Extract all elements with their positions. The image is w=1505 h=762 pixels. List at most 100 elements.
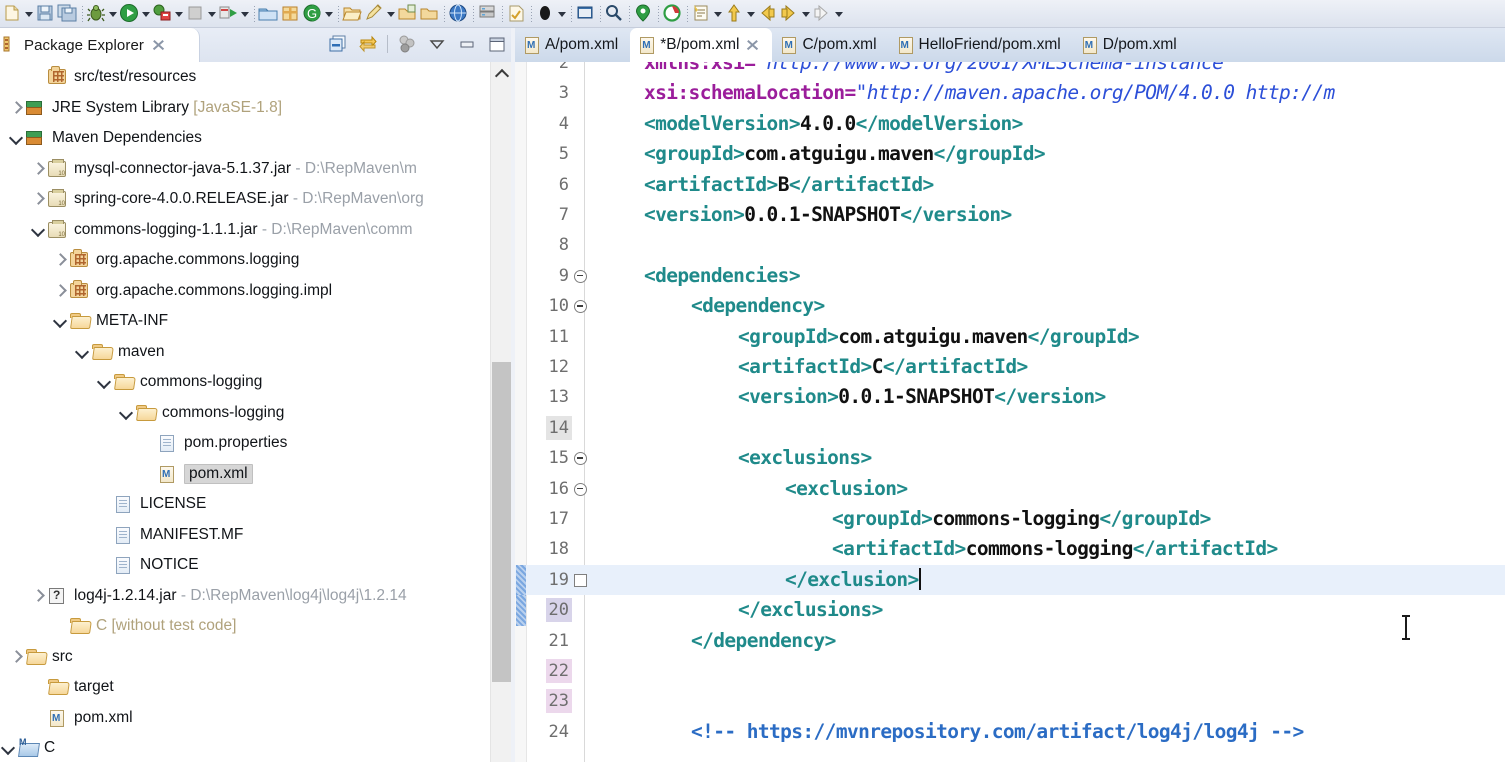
run-dropdown[interactable] bbox=[141, 3, 152, 25]
code-line[interactable]: 23 bbox=[515, 686, 1505, 716]
tree-item[interactable]: C bbox=[0, 733, 512, 762]
tree-item[interactable]: Maven Dependencies bbox=[0, 123, 512, 154]
code-line[interactable]: 5 <groupId>com.atguigu.maven</groupId> bbox=[515, 139, 1505, 169]
tree-item[interactable]: target bbox=[0, 672, 512, 703]
tree-item[interactable]: spring-core-4.0.0.RELEASE.jar - D:\RepMa… bbox=[0, 184, 512, 215]
annotation-icon[interactable] bbox=[506, 3, 528, 25]
next-icon[interactable] bbox=[812, 3, 834, 25]
focus-on-active-task-icon[interactable] bbox=[396, 33, 418, 55]
edit-icon[interactable] bbox=[364, 3, 386, 25]
chevron-down-icon[interactable] bbox=[74, 344, 90, 360]
chevron-down-icon[interactable] bbox=[0, 740, 16, 756]
chevron-down-icon[interactable] bbox=[118, 405, 134, 421]
code-line[interactable]: 19 </exclusion> bbox=[515, 564, 1505, 596]
coverage-dropdown[interactable] bbox=[324, 3, 335, 25]
refresh-icon[interactable] bbox=[662, 3, 684, 25]
chevron-right-icon[interactable] bbox=[8, 100, 24, 116]
chevron-down-icon[interactable] bbox=[8, 130, 24, 146]
package-explorer-tab[interactable]: Package Explorer bbox=[0, 28, 200, 62]
debug-dropdown[interactable] bbox=[108, 3, 119, 25]
server-icon[interactable] bbox=[477, 3, 499, 25]
chevron-down-icon[interactable] bbox=[52, 313, 68, 329]
tree-item[interactable]: maven bbox=[0, 337, 512, 368]
chevron-right-icon[interactable] bbox=[52, 252, 68, 268]
fold-collapse-icon[interactable] bbox=[574, 452, 587, 466]
save-icon[interactable] bbox=[35, 3, 57, 25]
code-line[interactable]: 24 <!-- https://mvnrepository.com/artifac… bbox=[515, 717, 1505, 747]
open-folder-icon[interactable] bbox=[342, 3, 364, 25]
coverage-icon[interactable]: G bbox=[302, 3, 324, 25]
task-dropdown[interactable] bbox=[713, 3, 724, 25]
chevron-right-icon[interactable] bbox=[52, 283, 68, 299]
tree-item[interactable]: src bbox=[0, 642, 512, 673]
stop-icon[interactable] bbox=[185, 3, 207, 25]
open-type-icon[interactable] bbox=[397, 3, 419, 25]
chevron-right-icon[interactable] bbox=[30, 588, 46, 604]
code-line[interactable]: 8 bbox=[515, 230, 1505, 260]
editor-tab[interactable]: D/pom.xml bbox=[1073, 28, 1189, 62]
search-icon[interactable] bbox=[604, 3, 626, 25]
tree-item[interactable]: src/test/resources bbox=[0, 62, 512, 93]
scroll-up-arrow-icon[interactable] bbox=[491, 62, 513, 84]
tree-item[interactable]: LICENSE bbox=[0, 489, 512, 520]
code-line[interactable]: 16 <exclusion> bbox=[515, 474, 1505, 504]
tree-item[interactable]: NOTICE bbox=[0, 550, 512, 581]
new-java-project-icon[interactable] bbox=[258, 3, 280, 25]
code-line[interactable]: 13 <version>0.0.1-SNAPSHOT</version> bbox=[515, 382, 1505, 412]
code-line[interactable]: 6 <artifactId>B</artifactId> bbox=[515, 170, 1505, 200]
code-line[interactable]: 12 <artifactId>C</artifactId> bbox=[515, 352, 1505, 382]
package-explorer-tree[interactable]: src/test/resources JRE System Library [Ja… bbox=[0, 62, 512, 762]
fold-box-icon[interactable] bbox=[574, 573, 587, 587]
code-line[interactable]: 22 bbox=[515, 656, 1505, 686]
code-line[interactable]: 15 <exclusions> bbox=[515, 443, 1505, 473]
tree-item[interactable]: commons-logging bbox=[0, 398, 512, 429]
next-dropdown[interactable] bbox=[834, 3, 845, 25]
forward-icon[interactable] bbox=[779, 3, 801, 25]
run-external-tools-icon[interactable] bbox=[152, 3, 174, 25]
debug-icon[interactable] bbox=[86, 3, 108, 25]
tree-item[interactable]: META-INF bbox=[0, 306, 512, 337]
code-line[interactable]: 14 bbox=[515, 413, 1505, 443]
web-browser-icon[interactable] bbox=[448, 3, 470, 25]
tree-item[interactable]: JRE System Library [JavaSE-1.8] bbox=[0, 93, 512, 124]
code-line[interactable]: 4 <modelVersion>4.0.0</modelVersion> bbox=[515, 109, 1505, 139]
fold-collapse-icon[interactable] bbox=[574, 482, 587, 496]
collapse-all-icon[interactable] bbox=[327, 33, 349, 55]
maximize-icon[interactable] bbox=[486, 33, 508, 55]
code-line[interactable]: 10 <dependency> bbox=[515, 291, 1505, 321]
chevron-down-icon[interactable] bbox=[30, 222, 46, 238]
link-with-editor-icon[interactable] bbox=[357, 33, 379, 55]
tree-item[interactable]: mysql-connector-java-5.1.37.jar - D:\Rep… bbox=[0, 154, 512, 185]
close-icon[interactable] bbox=[745, 38, 760, 53]
tree-item[interactable]: pom.xml bbox=[0, 703, 512, 734]
editor-tab[interactable]: A/pom.xml bbox=[515, 28, 630, 62]
search-black-icon[interactable] bbox=[535, 3, 557, 25]
package-explorer-scrollbar[interactable] bbox=[490, 62, 512, 762]
run-external-tools-dropdown[interactable] bbox=[174, 3, 185, 25]
code-line[interactable]: 20 </exclusions> bbox=[515, 595, 1505, 626]
editor-tab[interactable]: C/pom.xml bbox=[772, 28, 888, 62]
stop-dropdown[interactable] bbox=[207, 3, 218, 25]
tree-item[interactable]: pom.xml bbox=[0, 459, 512, 490]
scrollbar-thumb[interactable] bbox=[492, 362, 512, 682]
code-line[interactable]: 17 <groupId>commons-logging</groupId> bbox=[515, 504, 1505, 534]
search-black-dropdown[interactable] bbox=[557, 3, 568, 25]
back-icon[interactable] bbox=[757, 3, 779, 25]
code-line[interactable]: 21 </dependency> bbox=[515, 626, 1505, 656]
new-wizard-icon[interactable] bbox=[2, 3, 24, 25]
open-resource-icon[interactable] bbox=[419, 3, 441, 25]
previous-edit-icon[interactable] bbox=[724, 3, 746, 25]
run-icon[interactable] bbox=[119, 3, 141, 25]
location-icon[interactable] bbox=[633, 3, 655, 25]
chevron-right-icon[interactable] bbox=[8, 649, 24, 665]
code-line[interactable]: 3 xsi:schemaLocation="http://maven.apache… bbox=[515, 78, 1505, 108]
new-wizard-dropdown[interactable] bbox=[24, 3, 35, 25]
previous-edit-dropdown[interactable] bbox=[746, 3, 757, 25]
new-package-icon[interactable] bbox=[280, 3, 302, 25]
task-icon[interactable] bbox=[691, 3, 713, 25]
chevron-down-icon[interactable] bbox=[96, 374, 112, 390]
forward-dropdown[interactable] bbox=[801, 3, 812, 25]
code-line[interactable]: 9 <dependencies> bbox=[515, 261, 1505, 291]
code-line[interactable]: 2 xmlns:xsi="http://www.w3.org/2001/XMLSc… bbox=[515, 62, 1505, 78]
editor-body[interactable]: 2 xmlns:xsi="http://www.w3.org/2001/XMLSc… bbox=[515, 62, 1505, 762]
